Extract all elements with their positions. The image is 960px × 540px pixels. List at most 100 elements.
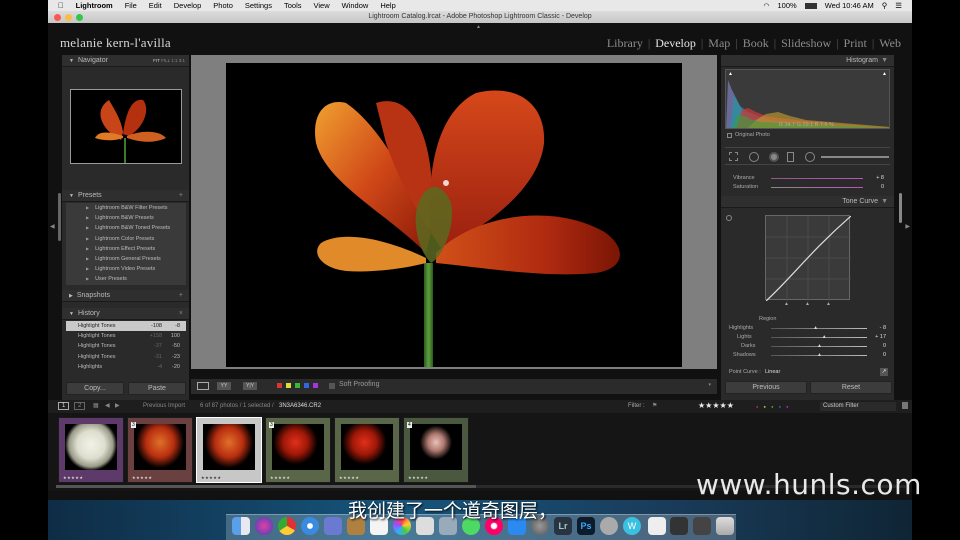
module-book[interactable]: Book	[738, 36, 774, 51]
slider-thumb[interactable]: ▲	[813, 325, 818, 331]
color-label-blue[interactable]	[304, 383, 309, 388]
filmstrip-filename[interactable]: 3N3A6346.CR2	[279, 403, 321, 409]
trash-icon[interactable]	[716, 517, 734, 535]
original-photo-checkbox[interactable]	[727, 133, 732, 138]
split-point-1[interactable]: ▲	[784, 301, 789, 307]
histogram-highlight-clip-icon[interactable]: ▲	[882, 71, 887, 77]
secondary-window-button[interactable]: 2	[74, 402, 86, 410]
loupe-view-icon[interactable]	[197, 382, 209, 390]
add-preset-icon[interactable]: +	[179, 190, 183, 202]
minimize-window-icon[interactable]	[65, 14, 72, 21]
saturation-slider[interactable]	[771, 187, 863, 188]
menu-develop[interactable]: Develop	[174, 1, 202, 10]
preset-folder[interactable]: User Presets	[66, 274, 186, 284]
preset-folder[interactable]: Lightroom B&W Toned Presets	[66, 223, 186, 233]
left-panel-scrollbar[interactable]	[58, 193, 61, 241]
previous-button[interactable]: Previous	[725, 381, 807, 394]
tone-curve-graph[interactable]	[765, 215, 852, 302]
battery-percent[interactable]: 100%	[778, 1, 797, 10]
highlights-slider[interactable]: ▲	[771, 325, 867, 331]
soft-proofing-checkbox[interactable]	[329, 383, 335, 389]
wifi-icon[interactable]: ◠	[763, 2, 769, 10]
back-arrow-icon[interactable]: ◀	[105, 402, 110, 409]
copy-settings-button[interactable]: Copy...	[66, 382, 124, 395]
photoshop-icon[interactable]: Ps	[577, 517, 595, 535]
zoom-window-icon[interactable]	[76, 14, 83, 21]
module-web[interactable]: Web	[874, 36, 906, 51]
history-step[interactable]: Highlight Tones -31 -23	[66, 352, 186, 362]
color-label-red[interactable]	[277, 383, 282, 388]
app-menu[interactable]: Lightroom	[76, 1, 113, 10]
point-curve-select[interactable]: Linear	[765, 369, 780, 375]
before-after-icon[interactable]: YY	[217, 382, 231, 390]
preset-folder[interactable]: Lightroom B&W Presets	[66, 213, 186, 223]
edit-point-curve-icon[interactable]: ↗	[880, 368, 888, 376]
rocket-icon[interactable]	[600, 517, 618, 535]
safari-icon[interactable]	[301, 517, 319, 535]
star-filter[interactable]: ★★★★★	[698, 401, 734, 410]
color-label-yellow[interactable]	[286, 383, 291, 388]
filmstrip-thumbnail[interactable]: ★★★★★	[334, 417, 400, 483]
menu-settings[interactable]: Settings	[245, 1, 272, 10]
reset-button[interactable]: Reset	[810, 381, 892, 394]
presets-header[interactable]: ▼ Presets +	[62, 190, 189, 202]
slider-thumb[interactable]: ▲	[817, 343, 822, 349]
menu-view[interactable]: View	[314, 1, 330, 10]
stack-icon[interactable]	[670, 517, 688, 535]
flag-filter-icon[interactable]: ⚑	[652, 402, 657, 409]
tone-curve-header[interactable]: Tone Curve ▼	[721, 196, 894, 208]
highlights-value[interactable]: - 8	[880, 325, 886, 331]
history-step[interactable]: Highlights -4 -20	[66, 362, 186, 372]
history-step[interactable]: Highlight Tones +158 100	[66, 331, 186, 341]
menu-help[interactable]: Help	[380, 1, 395, 10]
split-point-2[interactable]: ▲	[805, 301, 810, 307]
adjustment-brush-icon[interactable]	[821, 156, 889, 158]
zoom-fill[interactable]: FILL	[161, 58, 170, 63]
color-filter[interactable]: ● ● ● ● ●	[756, 404, 791, 409]
spot-removal-tool-icon[interactable]	[749, 152, 759, 162]
zoom-1-1[interactable]: 1:1	[171, 58, 177, 63]
filmstrip-thumbnail[interactable]: ★★★★★	[58, 417, 124, 483]
vibrance-value[interactable]: + 8	[876, 175, 884, 181]
menu-tools[interactable]: Tools	[284, 1, 302, 10]
close-window-icon[interactable]	[54, 14, 61, 21]
right-panel-scrollbar[interactable]	[899, 193, 902, 223]
lights-slider[interactable]: ▲	[771, 334, 867, 340]
before-after-swap-icon[interactable]: Y|Y	[243, 382, 257, 390]
darks-slider[interactable]: ▲	[771, 343, 867, 349]
filmstrip-thumbnail-selected[interactable]: ★★★★★	[196, 417, 262, 483]
chrome-icon[interactable]	[278, 517, 296, 535]
module-library[interactable]: Library	[602, 36, 648, 51]
primary-window-button[interactable]: 1	[58, 402, 70, 410]
add-snapshot-icon[interactable]: +	[179, 290, 183, 302]
preset-folder[interactable]: Lightroom General Presets	[66, 254, 186, 264]
color-label-purple[interactable]	[313, 383, 318, 388]
zoom-fit[interactable]: FIT	[153, 58, 160, 63]
filmstrip-source[interactable]: Previous Import	[143, 403, 185, 409]
module-slideshow[interactable]: Slideshow	[776, 36, 836, 51]
lights-value[interactable]: + 17	[875, 334, 886, 340]
filmstrip-thumbnail[interactable]: 3 ★★★★★	[265, 417, 331, 483]
filmstrip-thumbnail[interactable]: 4 ★★★★★	[403, 417, 469, 483]
launchpad-icon[interactable]	[324, 517, 342, 535]
slider-thumb[interactable]: ▲	[822, 334, 827, 340]
custom-filter-select[interactable]: Custom Filter	[820, 402, 896, 411]
finder-icon[interactable]	[232, 517, 250, 535]
collapse-left-panel-icon[interactable]: ◀	[50, 223, 55, 230]
module-map[interactable]: Map	[703, 36, 735, 51]
menu-window[interactable]: Window	[342, 1, 369, 10]
siri-icon[interactable]	[255, 517, 273, 535]
shadows-value[interactable]: 0	[883, 352, 886, 358]
navigator-preview[interactable]	[70, 89, 182, 164]
grid-view-icon[interactable]: ▦	[93, 402, 99, 409]
apple-menu-icon[interactable]: 	[58, 1, 64, 10]
history-step[interactable]: Highlight Tones -108 -8	[66, 321, 186, 332]
menu-photo[interactable]: Photo	[213, 1, 233, 10]
toolbar-menu-icon[interactable]: ▾	[708, 382, 711, 388]
darks-value[interactable]: 0	[883, 343, 886, 349]
color-label-green[interactable]	[295, 383, 300, 388]
preset-folder[interactable]: Lightroom B&W Filter Presets	[66, 203, 186, 213]
saturation-value[interactable]: 0	[881, 184, 884, 190]
split-point-3[interactable]: ▲	[826, 301, 831, 307]
histogram[interactable]: ▲ ▲	[725, 69, 890, 129]
